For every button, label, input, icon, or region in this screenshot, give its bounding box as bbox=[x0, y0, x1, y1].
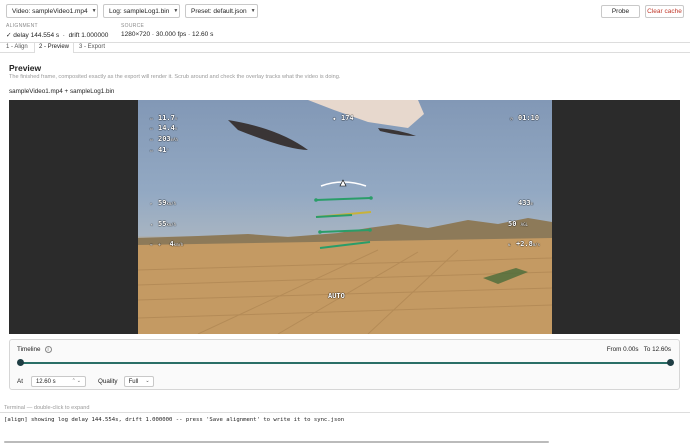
video-frame: ▭ 11.7v ▭ 14.4v ▭ 203mAh ▭ 41° ▸ 59km/h ◂ 55km… bbox=[138, 100, 552, 334]
osd-cell: ▭ 14.4v bbox=[150, 124, 178, 132]
osd-airspeed: ◂ 55km/h bbox=[150, 220, 177, 228]
osd-voltage: ▭ 11.7v bbox=[150, 114, 178, 122]
source-label: SOURCE bbox=[121, 23, 145, 29]
osd-wind: ≈ ✈ 4km/h bbox=[150, 240, 184, 248]
osd-home-distance: 433m bbox=[518, 199, 534, 207]
quality-label: Quality bbox=[97, 378, 118, 385]
tab-preview[interactable]: 2 - Preview bbox=[34, 43, 75, 53]
preset-select-value: default.json bbox=[213, 7, 247, 15]
timeline-to: To 12.60s bbox=[643, 346, 671, 353]
terminal-panel[interactable]: [align] showing log delay 144.554s, drif… bbox=[0, 412, 690, 443]
osd-altitude: 50 AGL bbox=[508, 220, 528, 228]
drift-value: drift 1.000000 bbox=[68, 32, 109, 39]
timeline-label-row: Timeline i bbox=[17, 346, 52, 353]
osd-speed: ▸ 59km/h bbox=[150, 199, 177, 207]
stepper-arrows-icon[interactable]: ⌃⌄ bbox=[72, 378, 82, 384]
chevron-down-icon: ▼ bbox=[91, 8, 97, 14]
chevron-down-icon: ⌄ bbox=[145, 378, 150, 384]
timeline-label: Timeline bbox=[17, 346, 41, 353]
timeline-range: From 0.00s To 12.60s bbox=[607, 346, 671, 353]
at-label: At bbox=[17, 378, 23, 385]
terminal-label[interactable]: Terminal — double-click to expand bbox=[4, 405, 90, 411]
time-stepper-value: 12.60 s bbox=[35, 378, 56, 385]
time-stepper[interactable]: 12.60 s ⌃⌄ bbox=[30, 376, 86, 387]
clear-cache-button[interactable]: Clear cache bbox=[645, 5, 684, 18]
osd-flight-mode: AUTO bbox=[328, 292, 345, 300]
tab-bar: 1 - Align 2 - Preview 3 - Export bbox=[0, 42, 690, 53]
info-icon[interactable]: i bbox=[44, 346, 52, 353]
osd-flight-time: ◷ 01:10 bbox=[510, 114, 540, 122]
osd-capacity: ▭ 203mAh bbox=[150, 135, 178, 143]
timeline-from: From 0.00s bbox=[606, 346, 639, 353]
quality-select-value: Full bbox=[128, 378, 139, 385]
terminal-output-line: [align] showing log delay 144.554s, drif… bbox=[4, 417, 345, 423]
preview-description: The finished frame, composited exactly a… bbox=[9, 74, 341, 80]
status-bar: ALIGNMENT ✓ delay 144.554 s · drift 1.00… bbox=[0, 22, 690, 42]
propeller-blade bbox=[228, 120, 308, 150]
top-toolbar: Video: sampleVideo1.mp4 ▼ Log: sampleLog… bbox=[0, 0, 690, 22]
check-icon: ✓ bbox=[6, 32, 12, 39]
preset-select-label: Preset: bbox=[191, 7, 212, 15]
quality-select[interactable]: Full ⌄ bbox=[123, 376, 154, 387]
video-select[interactable]: Video: sampleVideo1.mp4 ▼ bbox=[6, 4, 98, 18]
chevron-down-icon: ▼ bbox=[173, 8, 179, 14]
chevron-down-icon: ▼ bbox=[250, 8, 256, 14]
timeline-track[interactable] bbox=[20, 362, 670, 364]
source-value: 1280×720 · 30.000 fps · 12.60 s bbox=[121, 31, 214, 38]
tab-export[interactable]: 3 - Export bbox=[75, 43, 109, 52]
wing-tip bbox=[308, 100, 424, 128]
preset-select[interactable]: Preset: default.json ▼ bbox=[185, 4, 258, 18]
tab-align[interactable]: 1 - Align bbox=[2, 43, 32, 52]
osd-vario: ⇅ +2.8m/s bbox=[508, 240, 541, 248]
video-select-value: sampleVideo1.mp4 bbox=[32, 7, 88, 15]
preview-frame[interactable]: ▭ 11.7v ▭ 14.4v ▭ 203mAh ▭ 41° ▸ 59km/h ◂ 55km… bbox=[9, 100, 680, 334]
preview-files: sampleVideo1.mp4 + sampleLog1.bin bbox=[9, 88, 115, 95]
alignment-value: ✓ delay 144.554 s · drift 1.000000 bbox=[6, 32, 109, 39]
log-select-label: Log: bbox=[109, 7, 122, 15]
timeline-controls: At 12.60 s ⌃⌄ Quality Full ⌄ bbox=[17, 376, 154, 387]
timeline-panel: Timeline i From 0.00s To 12.60s At 12.60… bbox=[9, 339, 680, 390]
osd-temp: ▭ 41° bbox=[150, 146, 169, 154]
log-select[interactable]: Log: sampleLog1.bin ▼ bbox=[103, 4, 180, 18]
probe-button[interactable]: Probe bbox=[601, 5, 640, 18]
propeller-blade-2 bbox=[378, 128, 416, 136]
alignment-label: ALIGNMENT bbox=[6, 23, 38, 29]
osd-heading: ◆ 174 bbox=[333, 114, 354, 122]
video-select-label: Video: bbox=[12, 7, 31, 15]
scene-svg bbox=[138, 100, 552, 334]
delay-value: delay 144.554 s bbox=[13, 32, 60, 39]
timeline-start-handle[interactable] bbox=[17, 359, 24, 366]
page-title: Preview bbox=[9, 63, 42, 73]
ground bbox=[138, 238, 552, 334]
timeline-playhead-handle[interactable] bbox=[666, 359, 674, 366]
log-select-value: sampleLog1.bin bbox=[123, 7, 170, 15]
